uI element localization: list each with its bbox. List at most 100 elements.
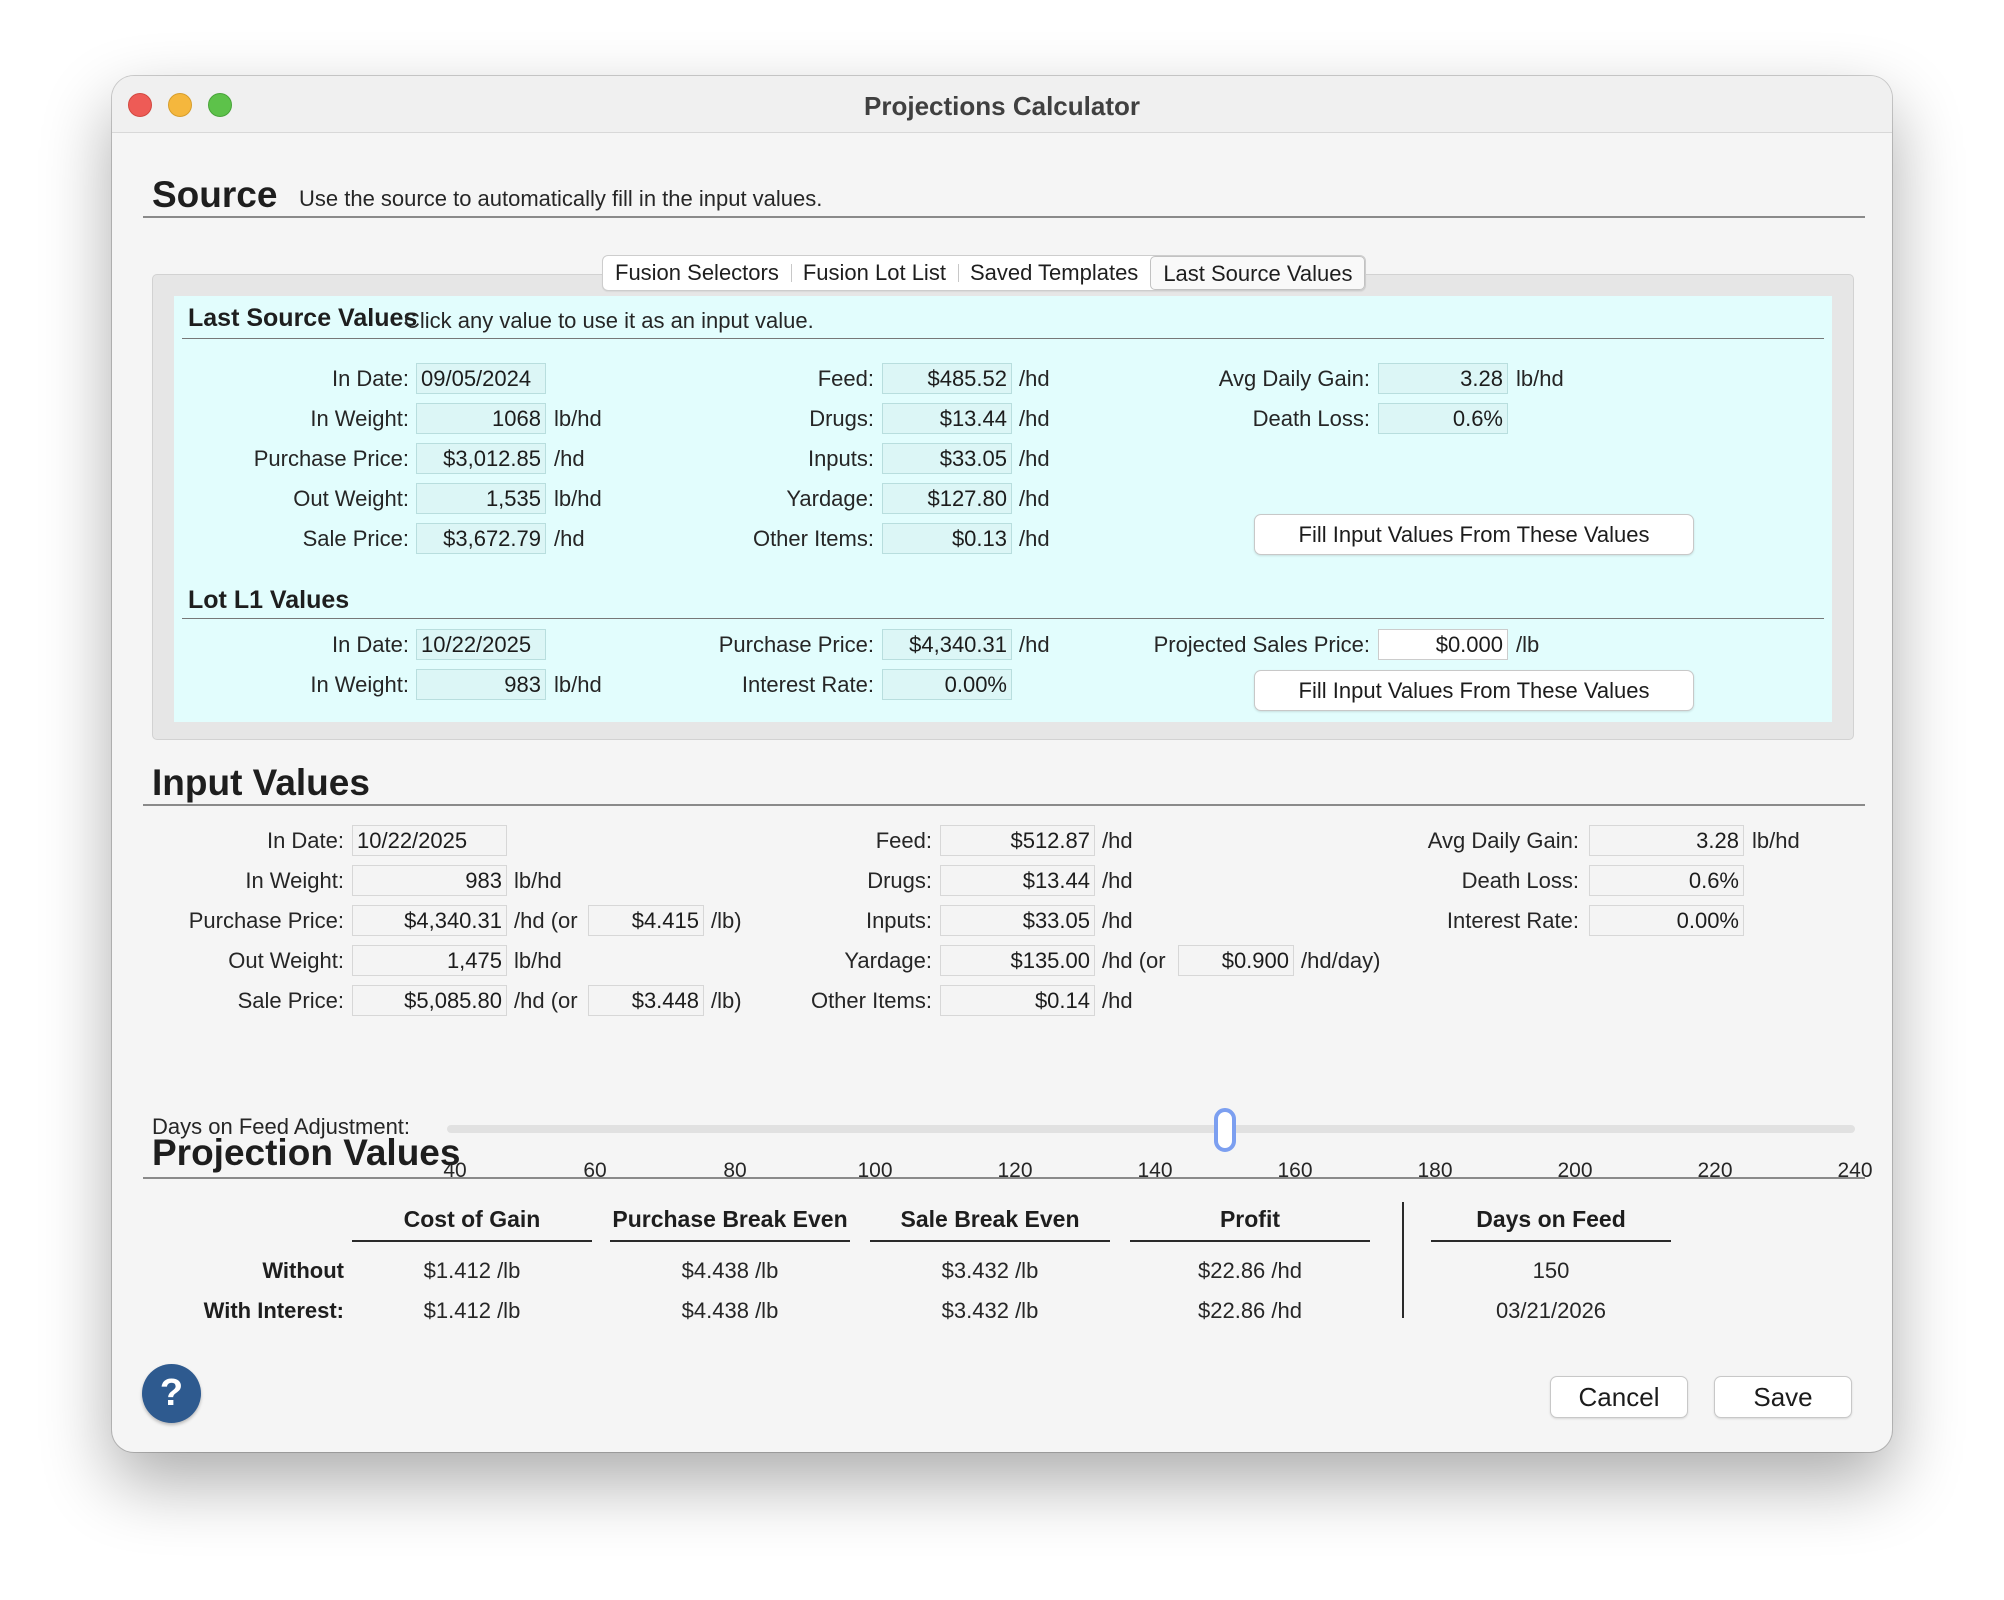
projection-values-divider <box>143 1177 1865 1179</box>
tab-saved-templates[interactable]: Saved Templates <box>957 256 1150 290</box>
feed-label: Feed: <box>875 828 932 853</box>
in-date-field[interactable]: 10/22/2025 <box>352 825 507 856</box>
last-source-description: Click any value to use it as an input va… <box>404 308 814 333</box>
ls-drugs-label: Drugs: <box>809 406 874 431</box>
ls-inputs-value[interactable]: $33.05 <box>882 443 1012 474</box>
projections-calculator-window: Projections Calculator Source Use the so… <box>112 76 1892 1452</box>
last-source-values-panel: Last Source Values Click any value to us… <box>174 296 1832 722</box>
yardage-field[interactable]: $135.00 <box>940 945 1095 976</box>
input-values-heading: Input Values <box>152 762 370 803</box>
inputs-label: Inputs: <box>865 908 932 933</box>
lot-in-date-value[interactable]: 10/22/2025 <box>416 629 546 660</box>
ls-drugs-value[interactable]: $13.44 <box>882 403 1012 434</box>
avg-daily-gain-field[interactable]: 3.28 <box>1589 825 1744 856</box>
yardage-per-day-field[interactable]: $0.900 <box>1178 945 1294 976</box>
lot-interest-rate-label: Interest Rate: <box>741 672 874 697</box>
lot-purchase-price-value[interactable]: $4,340.31 <box>882 629 1012 660</box>
ls-in-weight-value[interactable]: 1068 <box>416 403 546 434</box>
in-weight-field[interactable]: 983 <box>352 865 507 896</box>
last-source-divider <box>182 338 1824 339</box>
lot-fill-input-values-button[interactable]: Fill Input Values From These Values <box>1254 670 1694 711</box>
with-interest-profit: $22.86 /hd <box>1198 1298 1302 1323</box>
purchase-price-field[interactable]: $4,340.31 <box>352 905 507 936</box>
lot-in-weight-unit: lb/hd <box>554 672 602 697</box>
ls-feed-value[interactable]: $485.52 <box>882 363 1012 394</box>
tab-last-source-values[interactable]: Last Source Values <box>1150 256 1366 290</box>
slider-tick-180: 180 <box>1417 1159 1453 1182</box>
lot-values-divider <box>182 618 1824 619</box>
ls-sale-price-label: Sale Price: <box>302 526 409 551</box>
lot-purchase-price-unit: /hd <box>1019 632 1050 657</box>
ls-out-weight-label: Out Weight: <box>293 486 409 511</box>
ls-sale-price-value[interactable]: $3,672.79 <box>416 523 546 554</box>
slider-tick-60: 60 <box>583 1159 607 1182</box>
ls-other-items-label: Other Items: <box>752 526 874 551</box>
source-divider <box>143 216 1865 218</box>
purchase-price-per-lb-unit: /lb) <box>711 908 742 933</box>
ls-other-items-value[interactable]: $0.13 <box>882 523 1012 554</box>
ls-feed-label: Feed: <box>817 366 874 391</box>
save-button[interactable]: Save <box>1714 1376 1852 1418</box>
out-weight-field[interactable]: 1,475 <box>352 945 507 976</box>
days-on-feed-slider-thumb[interactable] <box>1214 1108 1236 1152</box>
drugs-unit: /hd <box>1102 868 1133 893</box>
col-days-on-feed-rule <box>1431 1240 1671 1242</box>
with-interest-purchase-break-even: $4.438 /lb <box>681 1298 779 1323</box>
drugs-field[interactable]: $13.44 <box>940 865 1095 896</box>
days-on-feed-separator <box>1402 1202 1404 1318</box>
title-bar: Projections Calculator <box>112 76 1892 133</box>
cancel-button[interactable]: Cancel <box>1550 1376 1688 1418</box>
source-description: Use the source to automatically fill in … <box>299 186 823 211</box>
source-heading: Source <box>152 174 278 215</box>
tab-fusion-selectors[interactable]: Fusion Selectors <box>603 256 791 290</box>
interest-rate-field[interactable]: 0.00% <box>1589 905 1744 936</box>
ls-avg-daily-gain-value[interactable]: 3.28 <box>1378 363 1508 394</box>
ls-sale-price-unit: /hd <box>554 526 585 551</box>
out-weight-unit: lb/hd <box>514 948 562 973</box>
purchase-price-per-lb-field[interactable]: $4.415 <box>588 905 704 936</box>
input-values-divider <box>143 804 1865 806</box>
col-cost-of-gain-rule <box>352 1240 592 1242</box>
days-on-feed-slider-track[interactable] <box>447 1125 1855 1133</box>
col-days-on-feed: Days on Feed <box>1476 1206 1626 1232</box>
inputs-field[interactable]: $33.05 <box>940 905 1095 936</box>
ls-death-loss-value[interactable]: 0.6% <box>1378 403 1508 434</box>
col-sale-break-even-rule <box>870 1240 1110 1242</box>
tab-fusion-lot-list[interactable]: Fusion Lot List <box>790 256 958 290</box>
ls-death-loss-label: Death Loss: <box>1252 406 1370 431</box>
ls-feed-unit: /hd <box>1019 366 1050 391</box>
ls-yardage-value[interactable]: $127.80 <box>882 483 1012 514</box>
lot-interest-rate-value[interactable]: 0.00% <box>882 669 1012 700</box>
avg-daily-gain-unit: lb/hd <box>1752 828 1800 853</box>
other-items-field[interactable]: $0.14 <box>940 985 1095 1016</box>
lot-values-heading: Lot L1 Values <box>188 586 350 614</box>
question-mark-icon[interactable]: ? <box>142 1364 201 1423</box>
slider-tick-100: 100 <box>857 1159 893 1182</box>
lot-in-date-label: In Date: <box>331 632 409 657</box>
col-profit: Profit <box>1219 1206 1281 1232</box>
sale-price-field[interactable]: $5,085.80 <box>352 985 507 1016</box>
ls-purchase-price-unit: /hd <box>554 446 585 471</box>
ls-drugs-unit: /hd <box>1019 406 1050 431</box>
slider-tick-80: 80 <box>723 1159 747 1182</box>
sale-price-per-lb-field[interactable]: $3.448 <box>588 985 704 1016</box>
ls-yardage-unit: /hd <box>1019 486 1050 511</box>
lot-projected-sales-price-value[interactable]: $0.000 <box>1378 629 1508 660</box>
death-loss-field[interactable]: 0.6% <box>1589 865 1744 896</box>
death-loss-label: Death Loss: <box>1461 868 1579 893</box>
lot-in-weight-value[interactable]: 983 <box>416 669 546 700</box>
row-without-label: Without <box>262 1258 344 1283</box>
slider-tick-160: 160 <box>1277 1159 1313 1182</box>
slider-tick-220: 220 <box>1697 1159 1733 1182</box>
ls-purchase-price-label: Purchase Price: <box>253 446 409 471</box>
ls-in-date-value[interactable]: 09/05/2024 <box>416 363 546 394</box>
col-cost-of-gain: Cost of Gain <box>403 1206 541 1232</box>
window-title: Projections Calculator <box>864 91 1140 121</box>
ls-purchase-price-value[interactable]: $3,012.85 <box>416 443 546 474</box>
ls-out-weight-value[interactable]: 1,535 <box>416 483 546 514</box>
sale-price-label: Sale Price: <box>237 988 344 1013</box>
ls-fill-input-values-button[interactable]: Fill Input Values From These Values <box>1254 514 1694 555</box>
without-cost-of-gain: $1.412 /lb <box>423 1258 521 1283</box>
yardage-per-day-unit: /hd/day) <box>1301 948 1381 973</box>
feed-field[interactable]: $512.87 <box>940 825 1095 856</box>
